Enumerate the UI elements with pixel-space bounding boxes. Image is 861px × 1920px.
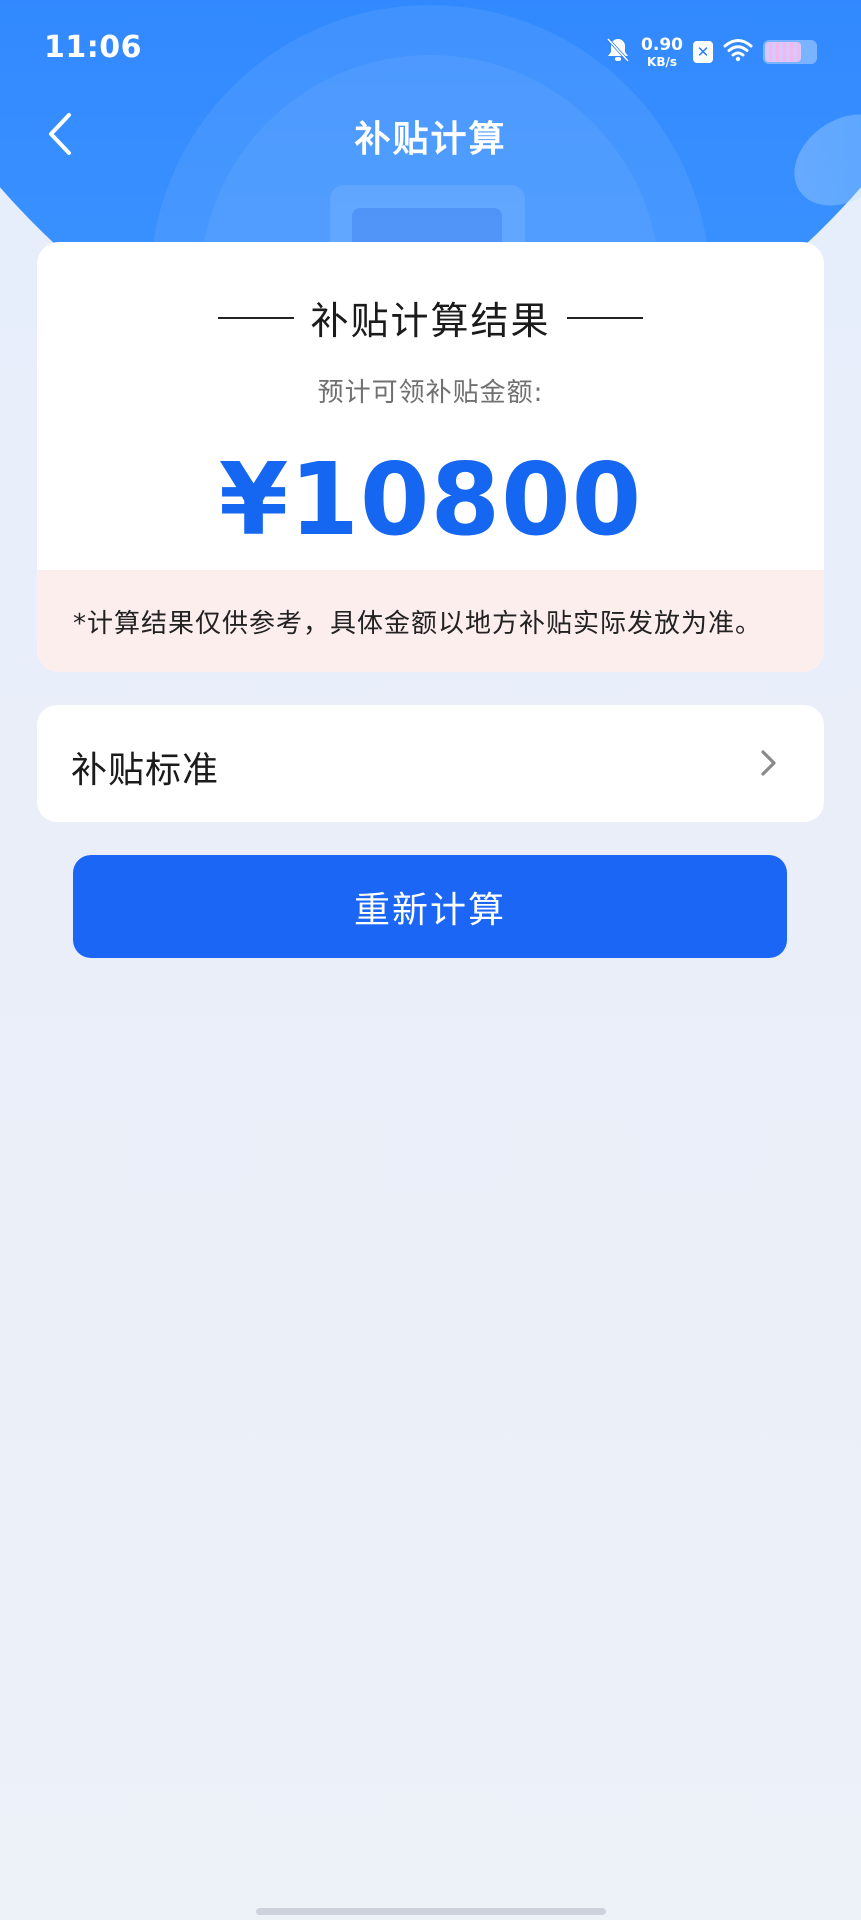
- subsidy-standard-label: 补贴标准: [71, 750, 220, 791]
- disclaimer-note: *计算结果仅供参考，具体金额以地方补贴实际发放为准。: [37, 570, 824, 672]
- status-bar: 11:06 0.90 KB/s ✕: [0, 0, 861, 100]
- page-title: 补贴计算: [354, 119, 507, 160]
- network-speed-value: 0.90: [641, 34, 683, 55]
- box-x-icon: ✕: [693, 41, 713, 63]
- network-speed-unit: KB/s: [647, 54, 678, 69]
- subsidy-standard-row[interactable]: 补贴标准: [37, 705, 824, 822]
- status-icons: 0.90 KB/s ✕: [605, 32, 817, 72]
- recalculate-button[interactable]: 重新计算: [73, 855, 787, 958]
- nav-bar: 补贴计算: [0, 100, 861, 170]
- result-title-text: 补贴计算结果: [310, 299, 551, 343]
- network-speed: 0.90 KB/s: [641, 34, 683, 69]
- result-card: 补贴计算结果 预计可领补贴金额: ¥10800 *计算结果仅供参考，具体金额以地…: [37, 242, 824, 672]
- title-divider-left: [218, 316, 295, 319]
- home-indicator[interactable]: [256, 1908, 606, 1915]
- battery-level: [765, 42, 801, 62]
- status-time: 11:06: [44, 30, 142, 65]
- title-divider-right: [566, 316, 643, 319]
- result-title: 补贴计算结果: [37, 290, 824, 345]
- subsidy-amount: ¥10800: [218, 441, 643, 558]
- chevron-right-icon: [752, 747, 784, 779]
- wifi-icon: [723, 38, 753, 66]
- battery-icon: [763, 40, 817, 64]
- result-subtitle: 预计可领补贴金额:: [317, 378, 544, 408]
- mute-bell-icon: [605, 36, 631, 68]
